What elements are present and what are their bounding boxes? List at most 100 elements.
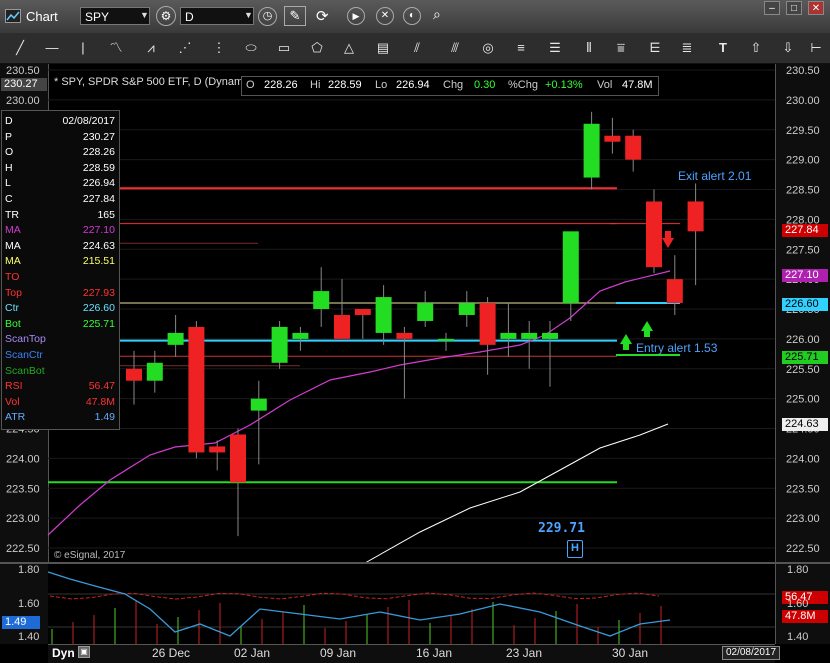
dyn-lock-icon[interactable]: ▣ xyxy=(78,646,90,658)
info-row-ma: MA 224.63 xyxy=(5,239,117,254)
left-last-price-tag: 230.27 xyxy=(1,78,47,91)
play-icon[interactable]: ▶ xyxy=(347,7,365,25)
high-value-label: 229.71 xyxy=(538,521,585,536)
ytick-label-right: 229.00 xyxy=(786,155,820,167)
rectangle-tool-icon[interactable]: ▭ xyxy=(273,38,295,58)
fib-retracement-tool-icon[interactable]: ≡ xyxy=(510,38,532,58)
levels-tool-icon[interactable]: ≣ xyxy=(676,38,698,58)
arrow-up-tool-icon[interactable]: ⇧ xyxy=(746,38,766,58)
candle-body xyxy=(126,368,142,381)
info-row-bot: Bot 225.71 xyxy=(5,317,117,332)
info-label: C xyxy=(5,193,13,205)
ytick-label-right: 229.50 xyxy=(786,125,820,137)
candle-body xyxy=(188,326,205,453)
fib-extension-tool-icon[interactable]: ☰ xyxy=(544,38,566,58)
ohlc-low-label: Lo xyxy=(375,79,388,91)
info-row-h: H 228.59 xyxy=(5,161,117,176)
date-box: 02/08/2017 xyxy=(722,646,780,660)
ohlc-bar: O 228.26 Hi 228.59 Lo 226.94 Chg 0.30 %C… xyxy=(241,76,659,96)
ytick-label-right: 225.50 xyxy=(786,364,820,376)
interval-input[interactable]: D xyxy=(180,7,254,25)
candle-body xyxy=(604,135,621,142)
dyn-label[interactable]: Dyn xyxy=(52,646,75,660)
info-row-rsi: RSI 56.47 xyxy=(5,379,117,394)
vertical-line-tool-icon[interactable]: | xyxy=(76,38,90,58)
fan-tool-icon[interactable]: ⩘ xyxy=(140,38,162,58)
eraser-tool-icon[interactable]: ⬠ xyxy=(306,38,328,58)
arrow-down-tool-icon[interactable]: ⇩ xyxy=(778,38,798,58)
trendline-tool-icon[interactable]: ╱ xyxy=(10,38,30,58)
ytick-label-left: 223.00 xyxy=(6,513,40,525)
entry-alert-arrow-2-stem xyxy=(644,330,650,337)
chart-watermark: © eSignal, 2017 xyxy=(54,550,126,561)
ytick-label-right: 222.50 xyxy=(786,543,820,555)
sub-tick-2: 1.60 xyxy=(18,598,40,610)
info-row-ma: MA 227.10 xyxy=(5,223,117,238)
cycles-tool-icon[interactable]: ⋮ xyxy=(208,38,230,58)
ma-slow-price-tag: 224.63 xyxy=(782,418,828,431)
info-value: 47.8M xyxy=(85,395,115,408)
line-style-tool-icon[interactable]: ⫽ xyxy=(406,38,428,58)
candle-body xyxy=(666,279,683,304)
bot-price-tag: 225.71 xyxy=(782,351,828,364)
pencil-icon[interactable]: ✎ xyxy=(284,6,306,26)
entry-alert-arrow-2 xyxy=(641,321,653,331)
text-tool-icon-a[interactable]: ▤ xyxy=(372,38,394,58)
info-row-to: TO xyxy=(5,270,117,285)
maximize-button[interactable]: □ xyxy=(786,1,802,15)
horizontal-line-tool-icon[interactable]: — xyxy=(42,38,62,58)
interval-dropdown-icon[interactable]: ▼ xyxy=(244,10,253,20)
zoom-icon[interactable]: ⌕ xyxy=(433,6,441,23)
ytick-label-left: 230.50 xyxy=(6,65,40,77)
candle-body xyxy=(417,303,434,321)
regression-tool-icon[interactable]: ⋿ xyxy=(644,38,666,58)
ytick-label-left: 224.00 xyxy=(6,453,40,465)
entry-alert-label: Entry alert 1.53 xyxy=(636,341,718,355)
candle-body xyxy=(583,123,600,178)
candle-body xyxy=(500,332,517,339)
candle-body xyxy=(354,309,371,315)
info-label: MA xyxy=(5,255,21,268)
info-row-scanctr: ScanCtr xyxy=(5,348,117,363)
link-icon[interactable]: ⚙ xyxy=(156,6,176,26)
candle-body xyxy=(687,201,704,232)
gann-tool-icon[interactable]: ⩸ xyxy=(610,38,632,58)
info-label: MA xyxy=(5,239,21,252)
more-tools-icon[interactable]: ⊢ xyxy=(806,38,826,58)
info-row-o: O 228.26 xyxy=(5,145,117,160)
info-row-l: L 226.94 xyxy=(5,176,117,191)
info-row-vol: Vol 47.8M xyxy=(5,395,117,410)
clock-icon[interactable]: ◷ xyxy=(258,7,277,26)
ohlc-high-label: Hi xyxy=(310,79,321,91)
info-value: 227.84 xyxy=(82,193,115,205)
refresh-icon[interactable]: ⟳ xyxy=(316,7,329,25)
candle-body xyxy=(562,231,579,304)
sub-tick-2-right: 1.60 xyxy=(787,598,809,610)
minimize-button[interactable]: – xyxy=(764,1,780,15)
info-label: L xyxy=(5,177,11,190)
ma-slow-line xyxy=(364,423,669,564)
info-label: Vol xyxy=(5,395,20,408)
close-button[interactable]: ✕ xyxy=(808,1,824,15)
chart-header: * SPY, SPDR S&P 500 ETF, D (Dynamic) xyxy=(54,76,255,88)
target-tool-icon[interactable]: ◎ xyxy=(477,38,499,58)
fib-time-tool-icon[interactable]: ⦀ xyxy=(578,38,600,58)
atr-price-tag: 1.49 xyxy=(2,616,40,629)
ytick-label-right: 223.50 xyxy=(786,483,820,495)
candle-body xyxy=(250,398,267,411)
text-tool-icon[interactable]: T xyxy=(714,38,732,58)
info-value: 02/08/2017 xyxy=(62,115,115,127)
candle-body xyxy=(396,332,413,339)
cancel-icon[interactable]: ✕ xyxy=(376,7,394,25)
zigzag-tool-icon[interactable]: 〽 xyxy=(105,38,127,58)
info-label: ScanBot xyxy=(5,364,45,377)
info-label: H xyxy=(5,161,13,174)
entry-alert-arrow-1-stem xyxy=(623,343,629,350)
color-palette-icon[interactable]: ◐ xyxy=(403,7,421,25)
ellipse-tool-icon[interactable]: ⬭ xyxy=(240,38,262,58)
pitchfork-tool-icon[interactable]: ⋰ xyxy=(174,38,196,58)
symbol-dropdown-icon[interactable]: ▼ xyxy=(140,10,149,20)
triangle-tool-icon[interactable]: △ xyxy=(338,38,360,58)
channel-tool-icon[interactable]: ⫻ xyxy=(444,38,466,58)
ohlc-vol-label: Vol xyxy=(597,79,613,91)
